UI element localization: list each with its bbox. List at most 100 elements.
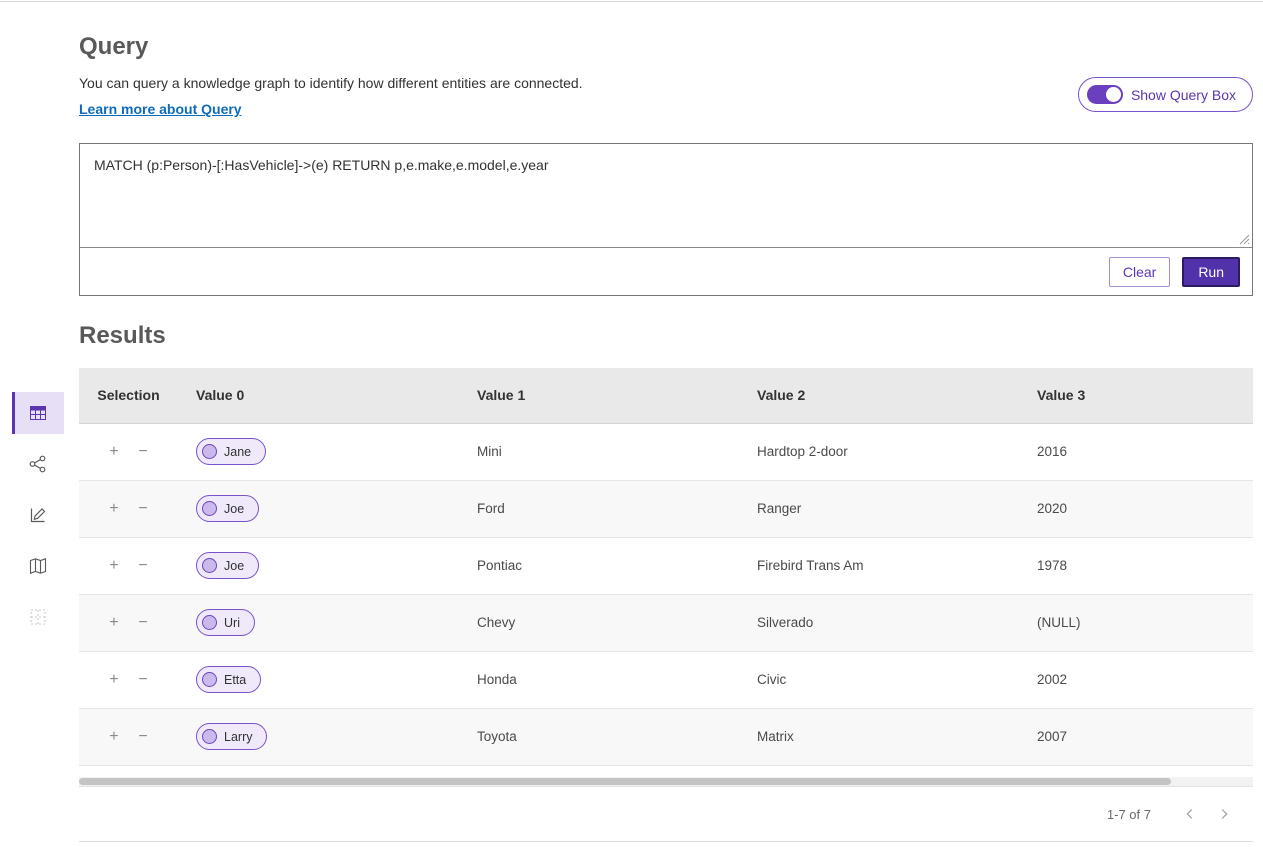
clear-button[interactable]: Clear xyxy=(1109,257,1170,287)
entity-node-icon xyxy=(202,672,217,687)
selection-cell: + − xyxy=(79,537,178,594)
sidebar-item-edit-chart-view[interactable] xyxy=(12,494,64,536)
entity-node-icon xyxy=(202,444,217,459)
query-description-row: You can query a knowledge graph to ident… xyxy=(79,75,1253,129)
value2-cell: Matrix xyxy=(739,708,1019,765)
remove-from-selection-button[interactable]: − xyxy=(138,671,147,689)
entity-node-icon xyxy=(202,501,217,516)
value1-cell xyxy=(459,765,739,777)
value3-cell: 2016 xyxy=(1019,423,1253,480)
view-switcher-sidebar xyxy=(12,392,64,638)
table-row: + − Joe Pontiac Firebird Trans Am 1978 xyxy=(79,537,1253,594)
value2-cell: Ranger xyxy=(739,480,1019,537)
entity-node-icon xyxy=(202,729,217,744)
pagination-bar: 1-7 of 7 xyxy=(79,786,1253,842)
selection-cell: + − xyxy=(79,708,178,765)
horizontal-scrollbar-track[interactable] xyxy=(79,777,1253,786)
value3-cell: 2020 xyxy=(1019,480,1253,537)
query-input-wrap: MATCH (p:Person)-[:HasVehicle]->(e) RETU… xyxy=(80,144,1252,248)
next-page-button[interactable] xyxy=(1211,801,1237,827)
query-actions: Clear Run xyxy=(80,248,1252,295)
entity-name: Larry xyxy=(224,730,252,744)
add-to-selection-button[interactable]: + xyxy=(109,443,118,461)
pagination-label: 1-7 of 7 xyxy=(1107,807,1151,822)
query-description-block: You can query a knowledge graph to ident… xyxy=(79,75,583,129)
table-row: + − Joe Ford Ranger 2020 xyxy=(79,480,1253,537)
show-query-box-toggle[interactable]: Show Query Box xyxy=(1078,77,1253,112)
entity-pill[interactable]: Jane xyxy=(196,438,266,465)
selection-cell: + − xyxy=(79,651,178,708)
add-to-selection-button[interactable]: + xyxy=(109,557,118,575)
column-header-selection: Selection xyxy=(79,368,178,423)
remove-from-selection-button[interactable]: − xyxy=(138,557,147,575)
value3-cell xyxy=(1019,765,1253,777)
selection-cell: + − xyxy=(79,594,178,651)
entity-pill[interactable]: Etta xyxy=(196,666,261,693)
value2-cell xyxy=(739,765,1019,777)
page-title: Query xyxy=(79,33,1253,61)
previous-page-button[interactable] xyxy=(1177,801,1203,827)
value0-cell: Larry xyxy=(178,708,459,765)
remove-from-selection-button[interactable]: − xyxy=(138,500,147,518)
value3-cell: (NULL) xyxy=(1019,594,1253,651)
selection-cell: + − xyxy=(79,423,178,480)
run-button[interactable]: Run xyxy=(1182,257,1240,287)
sidebar-item-map-view[interactable] xyxy=(12,545,64,587)
horizontal-scrollbar-thumb[interactable] xyxy=(79,778,1171,785)
selection-cell: + − xyxy=(79,765,178,777)
toggle-switch-icon xyxy=(1087,85,1123,104)
sidebar-item-table-view[interactable] xyxy=(12,392,64,434)
table-row: + − Uri Chevy Silverado (NULL) xyxy=(79,594,1253,651)
entity-pill[interactable]: Larry xyxy=(196,723,267,750)
value3-cell: 2007 xyxy=(1019,708,1253,765)
value2-cell: Civic xyxy=(739,651,1019,708)
results-table-container: Selection Value 0 Value 1 Value 2 Value … xyxy=(79,368,1253,777)
sidebar-item-grid-view xyxy=(12,596,64,638)
resize-handle-icon[interactable] xyxy=(1239,234,1250,245)
query-input[interactable]: MATCH (p:Person)-[:HasVehicle]->(e) RETU… xyxy=(80,144,1252,247)
value1-cell: Pontiac xyxy=(459,537,739,594)
entity-name: Jane xyxy=(224,445,251,459)
table-body: + − Jane Mini Hardtop 2-door 2016 + − Jo… xyxy=(79,423,1253,777)
query-description: You can query a knowledge graph to ident… xyxy=(79,75,583,91)
column-header-value0: Value 0 xyxy=(178,368,459,423)
entity-node-icon xyxy=(202,615,217,630)
add-to-selection-button[interactable]: + xyxy=(109,671,118,689)
entity-pill[interactable]: Uri xyxy=(196,609,255,636)
value1-cell: Ford xyxy=(459,480,739,537)
value1-cell: Honda xyxy=(459,651,739,708)
table-row: + − Etta Honda Civic 2002 xyxy=(79,651,1253,708)
map-view-icon xyxy=(28,556,48,576)
table-row: + − Larry Toyota Matrix 2007 xyxy=(79,708,1253,765)
query-page: Query You can query a knowledge graph to… xyxy=(0,33,1263,842)
remove-from-selection-button[interactable]: − xyxy=(138,443,147,461)
remove-from-selection-button[interactable]: − xyxy=(138,614,147,632)
value0-cell: Etta xyxy=(178,651,459,708)
entity-pill[interactable]: Joe xyxy=(196,495,259,522)
edit-chart-view-icon xyxy=(28,505,48,525)
value1-cell: Toyota xyxy=(459,708,739,765)
grid-view-icon xyxy=(28,607,48,627)
value2-cell: Silverado xyxy=(739,594,1019,651)
learn-more-link[interactable]: Learn more about Query xyxy=(79,101,242,117)
value0-cell xyxy=(178,765,459,777)
table-row: + − Jane Mini Hardtop 2-door 2016 xyxy=(79,423,1253,480)
value3-cell: 1978 xyxy=(1019,537,1253,594)
results-area: Selection Value 0 Value 1 Value 2 Value … xyxy=(79,368,1253,842)
sidebar-item-link-chart-view[interactable] xyxy=(12,443,64,485)
remove-from-selection-button[interactable]: − xyxy=(138,728,147,746)
column-header-value2: Value 2 xyxy=(739,368,1019,423)
value3-cell: 2002 xyxy=(1019,651,1253,708)
entity-pill[interactable]: Joe xyxy=(196,552,259,579)
value2-cell: Firebird Trans Am xyxy=(739,537,1019,594)
column-header-value1: Value 1 xyxy=(459,368,739,423)
value0-cell: Jane xyxy=(178,423,459,480)
value0-cell: Joe xyxy=(178,480,459,537)
column-header-value3: Value 3 xyxy=(1019,368,1253,423)
window-top-divider xyxy=(0,0,1263,2)
selection-cell: + − xyxy=(79,480,178,537)
entity-node-icon xyxy=(202,558,217,573)
add-to-selection-button[interactable]: + xyxy=(109,500,118,518)
add-to-selection-button[interactable]: + xyxy=(109,614,118,632)
add-to-selection-button[interactable]: + xyxy=(109,728,118,746)
